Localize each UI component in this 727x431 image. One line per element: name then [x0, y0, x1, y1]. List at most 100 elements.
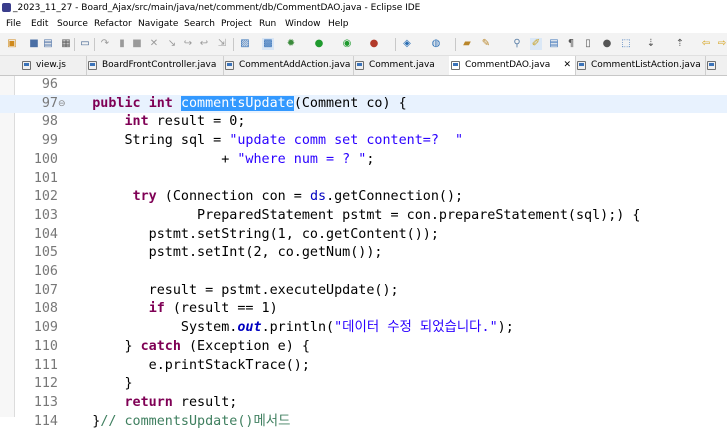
- code-text: pstmt.setInt(2, co.getNum());: [60, 244, 383, 262]
- line-number: 105: [33, 245, 58, 261]
- code-line[interactable]: 105 pstmt.setInt(2, co.getNum());: [0, 244, 727, 262]
- code-line[interactable]: 108 if (result == 1): [0, 300, 727, 318]
- tab-comment-dao[interactable]: CommentDAO.java ✕: [449, 56, 576, 75]
- search-icon[interactable]: ⚲: [511, 38, 523, 50]
- skip-icon[interactable]: ↷: [99, 38, 111, 50]
- tab-overflow[interactable]: [705, 56, 727, 75]
- run-icon[interactable]: ●: [313, 38, 325, 50]
- breadcrumb-icon[interactable]: ●: [601, 38, 613, 50]
- print-icon[interactable]: ▦: [60, 38, 72, 50]
- java-file-icon: [707, 61, 716, 70]
- new-java-icon[interactable]: ◈: [401, 38, 413, 50]
- suspend-icon[interactable]: ▮: [116, 38, 128, 50]
- menu-run[interactable]: Run: [259, 16, 276, 33]
- open-perspective-icon[interactable]: ⬚: [620, 38, 632, 50]
- next-annotation-icon[interactable]: ⇣: [645, 38, 657, 50]
- debug-icon[interactable]: ✹: [285, 38, 297, 50]
- code-line[interactable]: 109 System.out.println("데이터 수정 되었습니다.");: [0, 319, 727, 337]
- code-token: out: [237, 320, 262, 336]
- tab-label: Comment.java: [369, 60, 435, 70]
- window-title-bar: _2023_11_27 - Board_Ajax/src/main/java/n…: [0, 0, 727, 16]
- menu-help[interactable]: Help: [328, 16, 349, 33]
- word-wrap-icon[interactable]: ▯: [582, 38, 594, 50]
- code-line[interactable]: 110 } catch (Exception e) {: [0, 338, 727, 356]
- menu-project[interactable]: Project: [221, 16, 252, 33]
- menu-edit[interactable]: Edit: [31, 16, 48, 33]
- nav-forward-icon[interactable]: ⇨: [716, 38, 727, 50]
- code-line[interactable]: 111 e.printStackTrace();: [0, 357, 727, 375]
- code-token: "데이터 수정 되었습니다.": [334, 320, 498, 336]
- save-icon[interactable]: ■: [28, 38, 40, 50]
- coverage-icon[interactable]: ◉: [341, 38, 353, 50]
- open-task-icon[interactable]: ✎: [480, 38, 492, 50]
- code-token: result = pstmt.executeUpdate();: [60, 282, 399, 298]
- line-number: 104: [33, 226, 58, 242]
- code-line[interactable]: 104 pstmt.setString(1, co.getContent());: [0, 226, 727, 244]
- close-icon[interactable]: ✕: [563, 56, 571, 75]
- menu-file[interactable]: File: [6, 16, 21, 33]
- tab-comment-list-action[interactable]: CommentListAction.java: [575, 56, 706, 75]
- new-package-icon[interactable]: ◍: [430, 38, 442, 50]
- code-token: catch: [140, 338, 181, 354]
- disconnect-icon[interactable]: ✕: [148, 38, 160, 50]
- toolbar-separator: [94, 38, 95, 51]
- prev-annotation-icon[interactable]: ⇡: [674, 38, 686, 50]
- code-line[interactable]: 101: [0, 170, 727, 188]
- code-token: ;: [366, 151, 375, 167]
- drop-to-frame-icon[interactable]: ⇲: [216, 38, 228, 50]
- nav-back-icon[interactable]: ⇦: [700, 38, 712, 50]
- code-line[interactable]: 103 PreparedStatement pstmt = con.prepar…: [0, 207, 727, 225]
- menu-refactor[interactable]: Refactor: [94, 16, 132, 33]
- open-type-icon[interactable]: ▰: [461, 38, 473, 50]
- block-selection-icon[interactable]: ▤: [548, 38, 560, 50]
- code-text: System.out.println("데이터 수정 되었습니다.");: [60, 319, 514, 337]
- code-token: pstmt.setString(1, co.getContent());: [60, 226, 439, 242]
- code-editor[interactable]: 96 97 ⊖ public int commentsUpdate(Comment …: [0, 76, 727, 429]
- code-line[interactable]: 114 }// commentsUpdate()메서드: [0, 413, 727, 431]
- code-text: result = pstmt.executeUpdate();: [60, 282, 399, 300]
- code-text: try (Connection con = ds.getConnection()…: [60, 188, 464, 206]
- editor-tab-bar: view.js BoardFrontController.java Commen…: [0, 56, 727, 76]
- code-token: (Connection con =: [156, 189, 310, 205]
- annotation-icon[interactable]: ▩: [262, 38, 274, 50]
- menu-window[interactable]: Window: [285, 16, 321, 33]
- code-line[interactable]: 106: [0, 263, 727, 281]
- code-line[interactable]: 102 try (Connection con = ds.getConnecti…: [0, 188, 727, 206]
- new-icon[interactable]: ▣: [6, 38, 18, 50]
- code-line[interactable]: 100 + "where num = ? ";: [0, 151, 727, 169]
- code-line[interactable]: 112 }: [0, 375, 727, 393]
- external-tools-icon[interactable]: ●: [368, 38, 380, 50]
- mark-occurrences-icon[interactable]: ✐: [530, 38, 542, 50]
- code-line[interactable]: 96: [0, 76, 727, 94]
- terminal-icon[interactable]: ▭: [79, 38, 91, 50]
- code-token: .println(: [261, 320, 335, 336]
- show-whitespace-icon[interactable]: ¶: [565, 38, 577, 50]
- code-line[interactable]: 113 return result;: [0, 394, 727, 412]
- step-into-icon[interactable]: ↘: [166, 38, 178, 50]
- tab-label: view.js: [36, 60, 66, 70]
- save-all-icon[interactable]: ▤: [42, 38, 54, 50]
- menu-search[interactable]: Search: [184, 16, 215, 33]
- java-file-icon: [577, 61, 586, 70]
- step-over-icon[interactable]: ↪: [182, 38, 194, 50]
- tab-board-front-controller[interactable]: BoardFrontController.java: [86, 56, 224, 75]
- menu-navigate[interactable]: Navigate: [138, 16, 178, 33]
- menu-source[interactable]: Source: [57, 16, 88, 33]
- highlight-icon[interactable]: ▨: [239, 38, 251, 50]
- tab-comment[interactable]: Comment.java: [353, 56, 450, 75]
- tab-comment-add-action[interactable]: CommentAddAction.java: [223, 56, 354, 75]
- code-token: e.printStackTrace();: [60, 357, 310, 373]
- step-return-icon[interactable]: ↩: [198, 38, 210, 50]
- tab-view-js[interactable]: view.js: [20, 56, 87, 75]
- code-line[interactable]: 107 result = pstmt.executeUpdate();: [0, 282, 727, 300]
- code-line[interactable]: 99 String sql = "update comm set content…: [0, 132, 727, 150]
- code-token: int: [124, 114, 149, 130]
- menu-bar: File Edit Source Refactor Navigate Searc…: [0, 16, 727, 33]
- code-line[interactable]: 98 int result = 0;: [0, 113, 727, 131]
- toolbar-separator: [455, 38, 456, 51]
- code-line[interactable]: 97 ⊖ public int commentsUpdate(Comment co…: [0, 94, 727, 113]
- stop-icon[interactable]: ■: [131, 38, 143, 50]
